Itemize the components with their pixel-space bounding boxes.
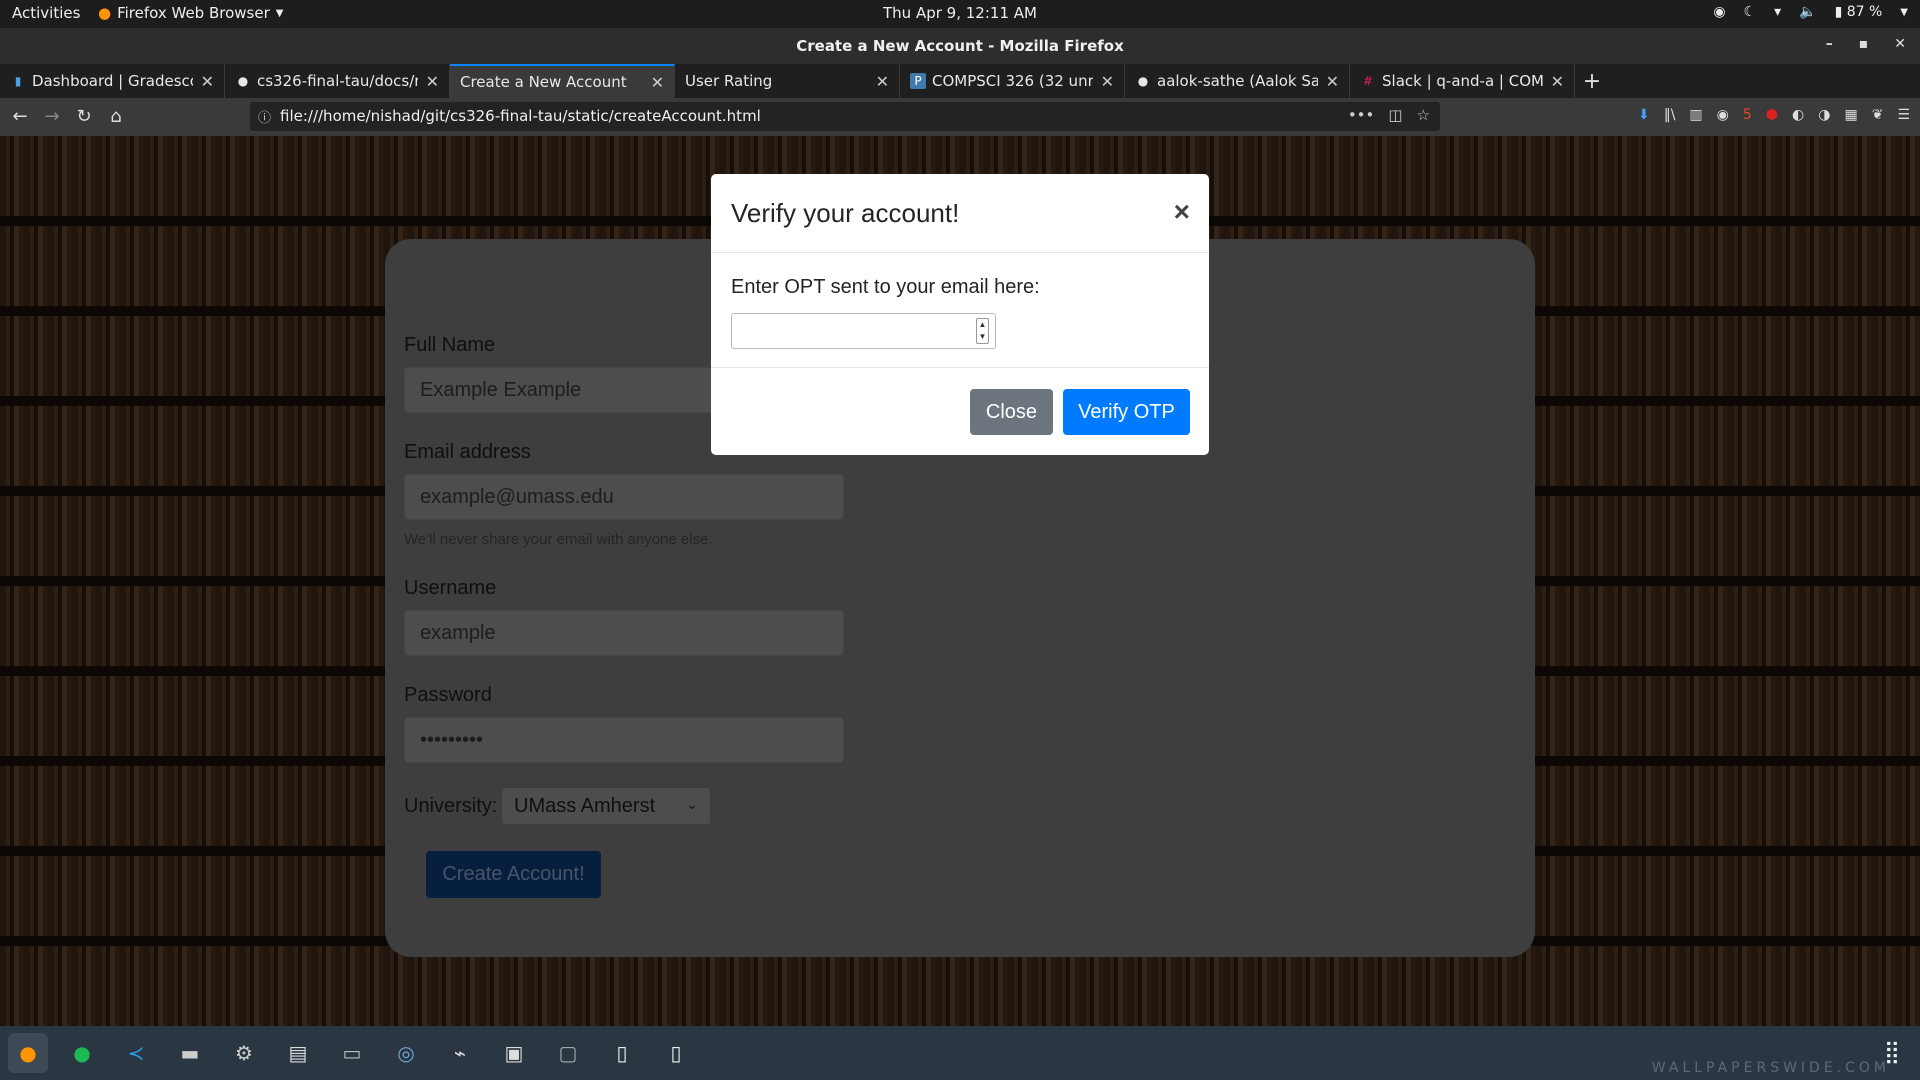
github-icon: ●	[1137, 74, 1149, 88]
wifi-icon: ▾	[1774, 4, 1782, 20]
close-icon[interactable]: ✕	[426, 72, 439, 91]
extension-bars-icon[interactable]: ▦	[1844, 107, 1857, 123]
forward-icon[interactable]: →	[40, 106, 64, 127]
extension-leaf-icon[interactable]: ❦	[1872, 107, 1884, 123]
back-icon[interactable]: ←	[8, 106, 32, 127]
activities-button[interactable]: Activities	[12, 4, 80, 22]
extension-html5-icon[interactable]: 5	[1743, 107, 1752, 123]
tab-label: Slack | q-and-a | COMPSC	[1382, 72, 1543, 90]
window-titlebar: Create a New Account - Mozilla Firefox –…	[0, 28, 1920, 64]
clock[interactable]: Thu Apr 9, 12:11 AM	[883, 4, 1037, 22]
url-bar[interactable]: ⓘ file:///home/nishad/git/cs326-final-ta…	[250, 102, 1440, 131]
info-icon[interactable]: ⓘ	[258, 107, 271, 126]
volume-icon: 🔈	[1799, 4, 1817, 20]
window-title: Create a New Account - Mozilla Firefox	[796, 37, 1124, 55]
close-icon[interactable]: ✕	[1894, 36, 1906, 52]
tab-github-profile[interactable]: ● aalok-sathe (Aalok Sathe ✕	[1125, 64, 1350, 98]
menu-icon[interactable]: ☰	[1897, 107, 1910, 123]
close-icon[interactable]: ✕	[1551, 72, 1564, 91]
close-icon[interactable]: ✕	[1101, 72, 1114, 91]
new-tab-button[interactable]: +	[1575, 64, 1609, 98]
tab-label: cs326-final-tau/docs/res	[257, 72, 418, 90]
number-stepper-icon[interactable]: ▲ ▼	[976, 318, 989, 344]
maximize-icon[interactable]: ▪	[1859, 36, 1869, 52]
app-menu[interactable]: ● Firefox Web Browser ▼	[98, 4, 283, 22]
library-icon[interactable]: ‖\	[1664, 107, 1676, 123]
url-text: file:///home/nishad/git/cs326-final-tau/…	[280, 107, 761, 125]
files-icon[interactable]: ▬	[170, 1033, 210, 1073]
chromium-icon[interactable]: ◎	[386, 1033, 426, 1073]
dock: ● ● ≺ ▬ ⚙ ▤ ▭ ◎ ⌁ ▣ ▢ ▯ ▯ ⣿ WALLPAPERSWI…	[0, 1026, 1920, 1080]
close-button[interactable]: Close	[970, 389, 1053, 435]
adblock-icon[interactable]: ⬢	[1766, 107, 1778, 123]
system-tray[interactable]: ◉ ☾ ▾ 🔈 ▮ 87 % ▼	[1713, 4, 1908, 20]
settings-icon[interactable]: ⚙	[224, 1033, 264, 1073]
extension-icon[interactable]: ◐	[1792, 107, 1804, 123]
pdf-editor-icon[interactable]: ▯	[656, 1033, 696, 1073]
minimize-icon[interactable]: –	[1826, 36, 1833, 52]
tab-label: aalok-sathe (Aalok Sathe	[1157, 72, 1318, 90]
software-updater-icon[interactable]: ▣	[494, 1033, 534, 1073]
piazza-icon: P	[910, 73, 926, 89]
tab-label: Create a New Account	[460, 73, 627, 91]
tab-label: COMPSCI 326 (32 unread	[932, 72, 1093, 90]
gradescope-icon: ▮	[14, 74, 22, 88]
battery-level: 87 %	[1846, 4, 1883, 20]
account-icon[interactable]: ◉	[1717, 107, 1729, 123]
downloads-icon[interactable]: ⬇	[1638, 107, 1650, 123]
tab-strip: ▮ Dashboard | Gradescope ✕ ● cs326-final…	[0, 64, 1920, 98]
page-actions-icon[interactable]: •••	[1348, 106, 1375, 124]
navigation-bar: ← → ↻ ⌂ ⓘ file:///home/nishad/git/cs326-…	[0, 98, 1920, 136]
firefox-icon[interactable]: ●	[8, 1033, 48, 1073]
chevron-down-icon: ▼	[275, 7, 284, 19]
battery-indicator: ▮ 87 %	[1834, 4, 1883, 20]
sidebar-icon[interactable]: ▥	[1689, 107, 1702, 123]
document-viewer-icon[interactable]: ▯	[602, 1033, 642, 1073]
dark-mode-icon[interactable]: ◑	[1818, 107, 1830, 123]
close-icon[interactable]: ×	[1174, 196, 1190, 228]
tab-slack[interactable]: # Slack | q-and-a | COMPSC ✕	[1350, 64, 1575, 98]
modal-title: Verify your account!	[731, 198, 960, 228]
pocket-icon[interactable]: ◫	[1388, 106, 1402, 124]
tab-user-rating[interactable]: User Rating ✕	[675, 64, 900, 98]
github-icon: ●	[237, 74, 249, 88]
system-top-bar: Activities ● Firefox Web Browser ▼ Thu A…	[0, 0, 1920, 28]
tab-gradescope[interactable]: ▮ Dashboard | Gradescope ✕	[0, 64, 225, 98]
wallpaper-watermark: WALLPAPERSWIDE.COM	[1651, 1060, 1890, 1076]
verify-modal: Verify your account! × Enter OPT sent to…	[711, 174, 1209, 455]
record-icon[interactable]: ◉	[1713, 4, 1725, 20]
verify-otp-button[interactable]: Verify OTP	[1063, 389, 1190, 435]
chevron-down-icon: ▼	[1900, 6, 1908, 18]
bookmark-star-icon[interactable]: ☆	[1417, 106, 1430, 124]
close-icon[interactable]: ✕	[1326, 72, 1339, 91]
toggle-icon[interactable]: ▤	[278, 1033, 318, 1073]
tab-create-account[interactable]: Create a New Account ✕	[450, 64, 675, 98]
system-monitor-icon[interactable]: ⌁	[440, 1033, 480, 1073]
otp-input[interactable]: ▲ ▼	[731, 313, 996, 349]
close-icon[interactable]: ✕	[201, 72, 214, 91]
tab-label: Dashboard | Gradescope	[32, 72, 193, 90]
close-icon[interactable]: ✕	[651, 73, 664, 92]
tab-label: User Rating	[685, 72, 773, 90]
home-icon[interactable]: ⌂	[104, 106, 128, 127]
firefox-icon: ●	[98, 4, 112, 22]
terminal-icon[interactable]: ▭	[332, 1033, 372, 1073]
close-icon[interactable]: ✕	[876, 72, 889, 91]
vscode-icon[interactable]: ≺	[116, 1033, 156, 1073]
screenshot-icon[interactable]: ▢	[548, 1033, 588, 1073]
slack-icon: #	[1362, 74, 1374, 88]
app-menu-label: Firefox Web Browser	[117, 4, 270, 22]
tab-piazza[interactable]: P COMPSCI 326 (32 unread ✕	[900, 64, 1125, 98]
reload-icon[interactable]: ↻	[72, 106, 96, 127]
tab-github-docs[interactable]: ● cs326-final-tau/docs/res ✕	[225, 64, 450, 98]
spotify-icon[interactable]: ●	[62, 1033, 102, 1073]
otp-prompt: Enter OPT sent to your email here:	[731, 276, 1040, 298]
night-light-icon: ☾	[1743, 4, 1757, 20]
